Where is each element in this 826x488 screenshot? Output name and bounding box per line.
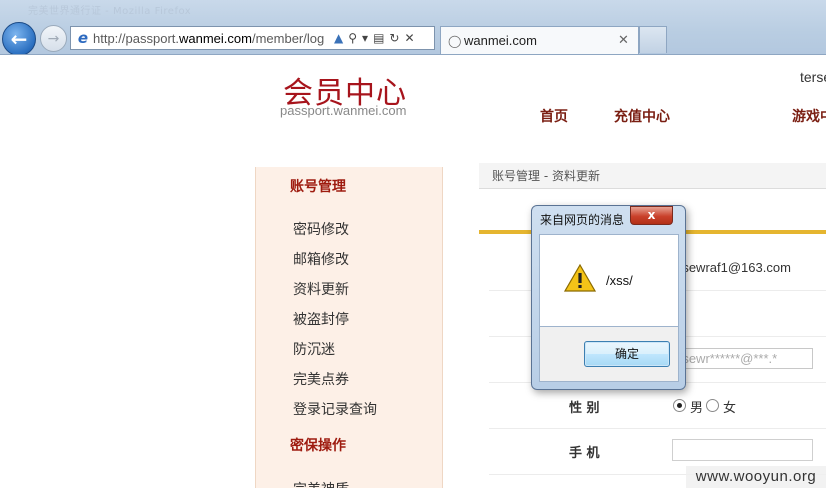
sidebar-heading-security: 密保操作 — [290, 438, 346, 454]
username-display: terse — [800, 69, 826, 85]
sidebar-item-shield[interactable]: 完美神盾 — [293, 479, 349, 488]
phone-label: 手 机 — [569, 446, 600, 461]
gender-female-radio[interactable] — [706, 399, 719, 412]
compatibility-icon[interactable]: ▲ — [334, 31, 343, 45]
dialog-close-button[interactable]: x — [630, 206, 673, 225]
forward-button[interactable]: → — [40, 25, 67, 52]
phone-input[interactable] — [672, 439, 813, 461]
row-divider — [489, 428, 826, 429]
url-domain: wanmei.com — [179, 30, 252, 46]
new-tab-button[interactable] — [639, 26, 667, 53]
sidebar-item-theft-lock[interactable]: 被盗封停 — [293, 309, 349, 329]
url-suffix: /member/log — [251, 30, 325, 46]
page-icon[interactable]: ▤ — [373, 31, 384, 45]
watermark: www.wooyun.org — [686, 466, 826, 488]
gender-label: 性 别 — [569, 401, 600, 416]
dialog-message: /xss/ — [606, 273, 633, 288]
dialog-title: 来自网页的消息 — [540, 213, 625, 227]
sidebar-item-login-history[interactable]: 登录记录查询 — [293, 399, 377, 419]
arrow-left-icon: ← — [10, 27, 28, 51]
sidebar: 账号管理 密码修改 邮箱修改 资料更新 被盗封停 防沉迷 完美点券 登录记录查询… — [255, 167, 443, 488]
alert-dialog: 来自网页的消息 x /xss/ 确定 — [531, 205, 686, 390]
address-url[interactable]: http://passport.wanmei.com/member/log — [93, 31, 330, 46]
stop-icon[interactable]: ✕ — [404, 31, 414, 45]
search-icon[interactable]: ⚲ — [348, 31, 357, 45]
arrow-right-icon: → — [47, 30, 60, 47]
sidebar-item-anti-addiction[interactable]: 防沉迷 — [293, 339, 335, 359]
sidebar-item-profile[interactable]: 资料更新 — [293, 279, 349, 299]
nav-games[interactable]: 游戏中 — [792, 106, 826, 126]
refresh-icon[interactable]: ↻ — [389, 31, 399, 45]
browser-toolbar: 完美世界通行证 - Mozilla Firefox ← → e http://p… — [0, 0, 826, 55]
ie-logo-icon: e — [77, 29, 89, 47]
breadcrumb: 账号管理 - 资料更新 — [479, 163, 826, 189]
sidebar-heading-account: 账号管理 — [290, 179, 346, 195]
back-button[interactable]: ← — [2, 22, 36, 54]
tab-label: wanmei.com — [464, 33, 537, 48]
sidebar-item-coupons[interactable]: 完美点券 — [293, 369, 349, 389]
window-title: 完美世界通行证 - Mozilla Firefox — [28, 6, 192, 17]
dialog-body: /xss/ — [539, 234, 679, 327]
loading-spinner-icon: ◯ — [448, 33, 462, 48]
browser-tab[interactable]: ◯ wanmei.com ✕ — [440, 26, 639, 54]
email-value: rsewraf1@163.com — [678, 260, 791, 275]
gender-male-label: 男 — [690, 401, 704, 416]
nav-home[interactable]: 首页 — [540, 106, 568, 126]
sidebar-item-password[interactable]: 密码修改 — [293, 219, 349, 239]
nav-recharge[interactable]: 充值中心 — [614, 106, 670, 126]
logo-subtitle: passport.wanmei.com — [280, 103, 407, 118]
gender-female-label: 女 — [723, 401, 737, 416]
ok-button[interactable]: 确定 — [584, 341, 670, 367]
gender-male-radio[interactable] — [673, 399, 686, 412]
dropdown-icon[interactable]: ▾ — [362, 31, 368, 45]
address-bar[interactable]: e http://passport.wanmei.com/member/log … — [70, 26, 435, 50]
url-prefix: http://passport. — [93, 30, 179, 46]
warning-icon — [564, 264, 596, 292]
masked-email-field[interactable]: rsewr******@***.* — [672, 348, 813, 369]
dialog-footer: 确定 — [539, 327, 679, 382]
tab-close-icon[interactable]: ✕ — [618, 33, 638, 48]
sidebar-item-email[interactable]: 邮箱修改 — [293, 249, 349, 269]
